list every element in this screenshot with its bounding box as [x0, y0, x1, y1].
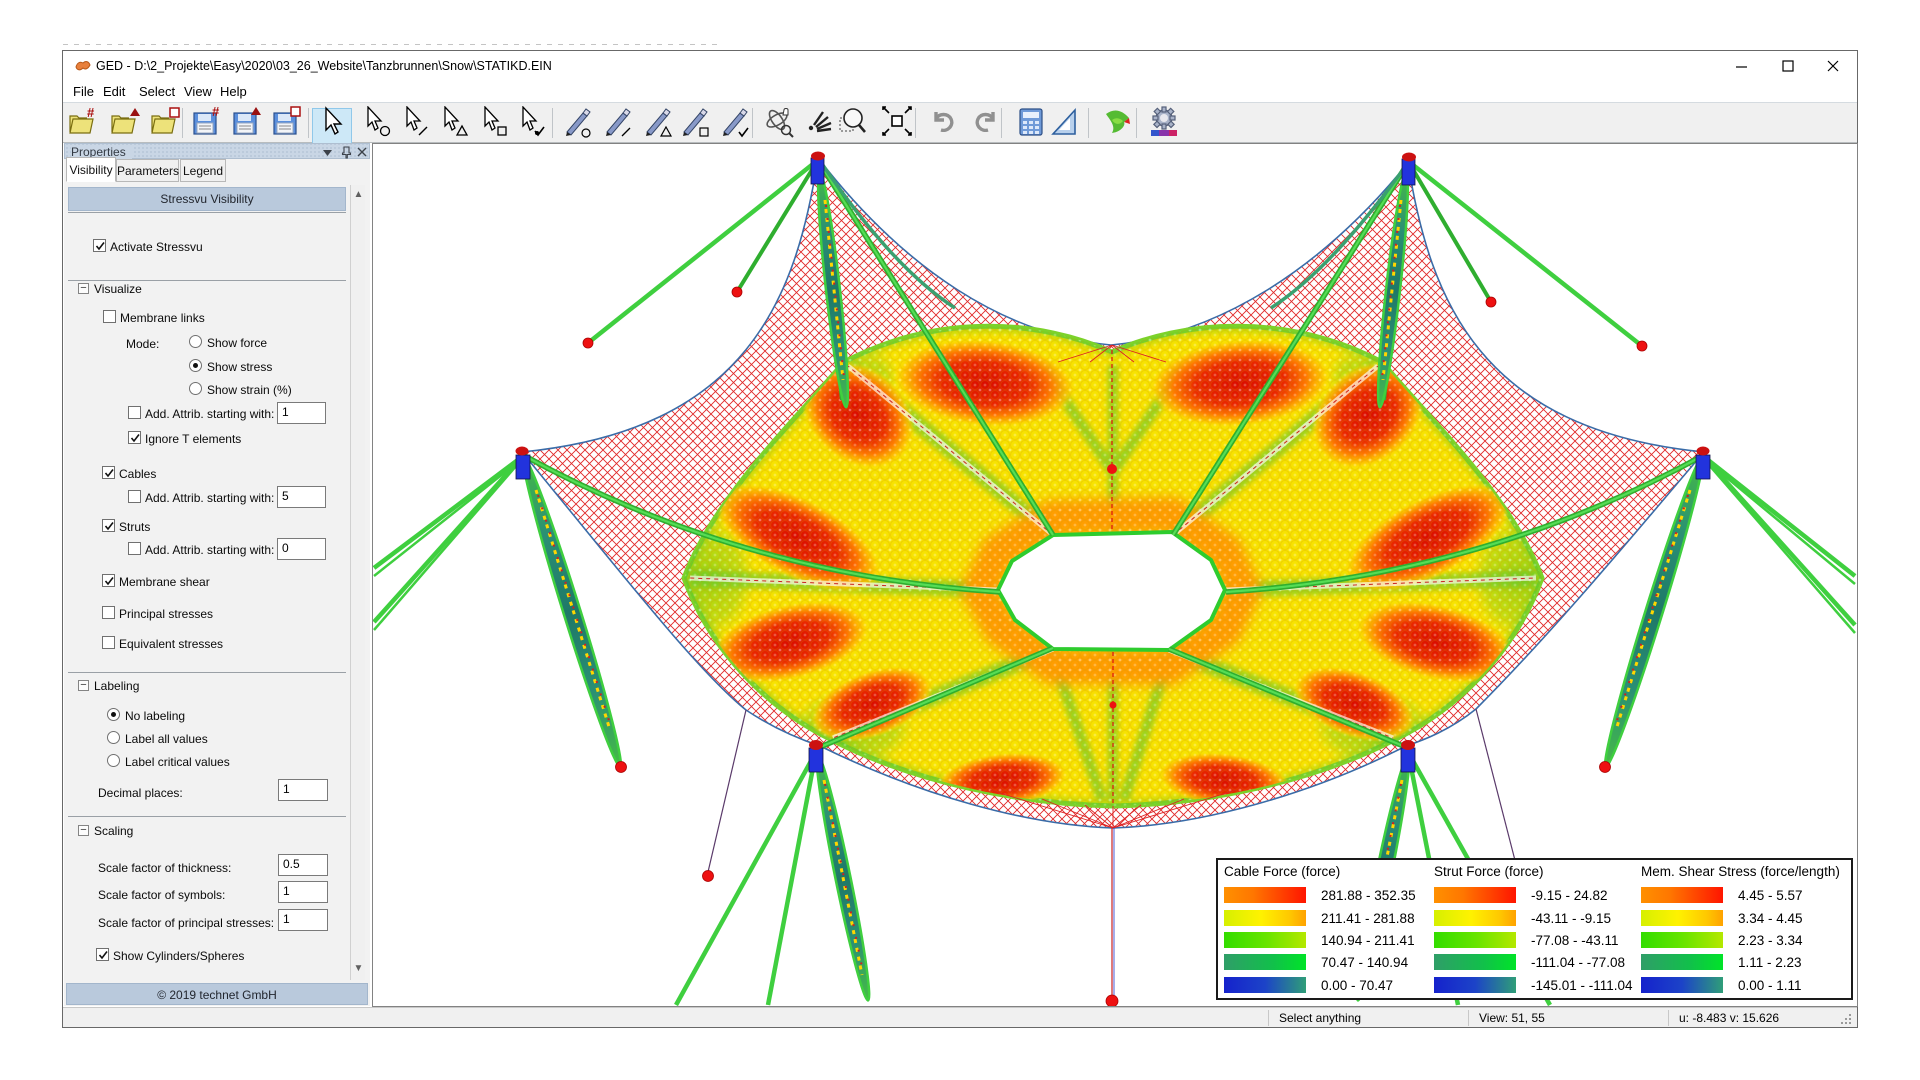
svg-text:#: # — [87, 106, 95, 120]
svg-text:#: # — [212, 106, 220, 119]
